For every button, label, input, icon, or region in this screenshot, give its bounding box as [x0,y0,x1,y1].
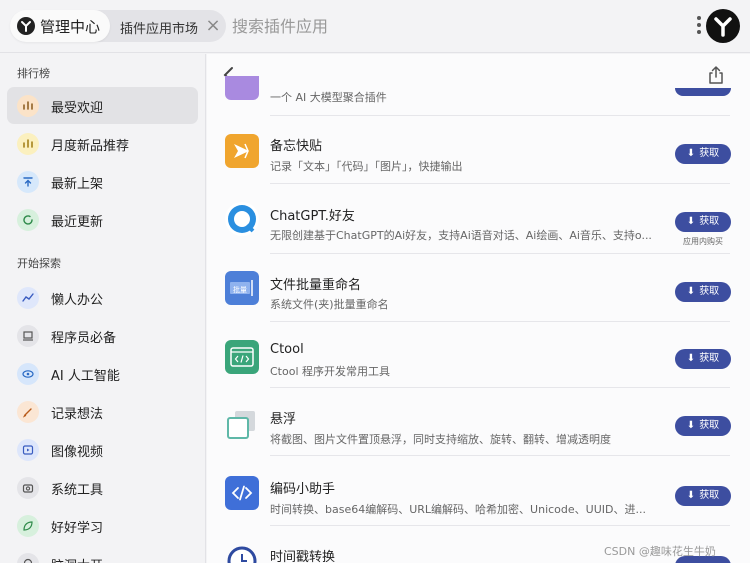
more-menu-icon[interactable] [694,14,704,38]
code-window-icon [225,340,259,374]
sidebar-item-label: 记录想法 [51,407,104,422]
item-description: 记录「文本」「代码」「图片」，快捷输出 [270,160,463,173]
plugin-icon [225,76,259,100]
item-title: Ctool [270,342,304,357]
item-title: 文件批量重命名 [270,278,362,293]
section-title-ranking: 排行榜 [17,67,50,80]
item-description: 无限创建基于ChatGPT的Ai好友，支持Ai语音对话、Ai绘画、Ai音乐、支持… [270,229,652,242]
item-title: 编码小助手 [270,482,336,497]
download-icon: ⬇ [686,420,696,431]
bar-chart-icon [17,95,39,117]
plugin-list-panel: 一个 AI 大模型聚合插件 备忘快贴 记录「文本」「代码」「图片」，快捷输出 ⬇… [207,54,750,563]
svg-text:批量: 批量 [233,285,247,294]
list-item[interactable]: Ctool Ctool 程序开发常用工具 ⬇ 获取 [207,322,750,388]
item-title: 时间戳转换 [270,550,336,563]
sidebar-item-label: 程序员必备 [51,331,117,346]
get-button[interactable]: ⬇ 获取 [675,282,731,302]
list-item[interactable]: 悬浮 将截图、图片文件置顶悬浮，同时支持缩放、旋转、翻转、增减透明度 ⬇ 获取 [207,388,750,456]
chat-bubble-icon [225,202,259,236]
top-bar: 管理中心 插件应用市场 × [0,0,750,53]
app-logo-icon [17,17,35,35]
sidebar-item-label: 脑洞大开 [51,555,103,563]
download-icon: ⬇ [686,216,696,227]
item-title: 备忘快贴 [270,139,323,154]
sidebar-item-notes[interactable]: 记录想法 [7,393,198,430]
get-button[interactable]: ⬇ 获取 [675,416,731,436]
search-input[interactable] [232,12,652,40]
bulb-icon [17,553,39,563]
upload-icon [17,171,39,193]
play-icon [17,439,39,461]
sidebar-item-label: 好好学习 [51,521,104,536]
camera-icon [17,477,39,499]
eye-icon [17,363,39,385]
download-icon: ⬇ [686,148,696,159]
rename-icon: 批量 [225,271,259,305]
sidebar: 排行榜 最受欢迎 月度新品推荐 最新上架 最近更新 开始探索 懒人办公 程序员必… [0,54,206,563]
sidebar-item-programmer[interactable]: 程序员必备 [7,317,198,354]
sidebar-item-most-popular[interactable]: 最受欢迎 [7,87,198,124]
sidebar-item-image-video[interactable]: 图像视频 [7,431,198,468]
float-window-icon [225,407,259,441]
sidebar-item-system-tools[interactable]: 系统工具 [7,469,198,506]
refresh-icon [17,209,39,231]
item-description: 将截图、图片文件置顶悬浮，同时支持缩放、旋转、翻转、增减透明度 [270,433,611,446]
section-title-explore: 开始探索 [17,257,61,270]
sidebar-item-newest[interactable]: 最新上架 [7,163,198,200]
sidebar-item-brainstorm[interactable]: 脑洞大开 [7,545,198,563]
in-app-purchase-label: 应用内购买 [683,237,723,246]
bar-chart-icon [17,133,39,155]
avatar[interactable] [706,9,740,43]
code-icon [225,476,259,510]
list-item[interactable]: 备忘快贴 记录「文本」「代码」「图片」，快捷输出 ⬇ 获取 [207,116,750,184]
laptop-icon [17,325,39,347]
close-icon[interactable]: × [204,17,222,35]
list-item[interactable]: 批量 文件批量重命名 系统文件(夹)批量重命名 ⬇ 获取 [207,254,750,322]
sidebar-item-ai[interactable]: AI 人工智能 [7,355,198,392]
clock-icon [225,544,259,563]
sidebar-item-label: 最新上架 [51,177,104,192]
pencil-icon [17,401,39,423]
download-icon: ⬇ [686,490,696,501]
item-title: 悬浮 [270,412,297,427]
list-item[interactable]: 编码小助手 时间转换、base64编解码、URL编解码、哈希加密、Unicode… [207,456,750,526]
sidebar-item-label: 懒人办公 [51,293,104,308]
star-burst-icon [225,134,259,168]
leaf-icon [17,515,39,537]
sidebar-item-study[interactable]: 好好学习 [7,507,198,544]
admin-center-label: 管理中心 [40,18,101,36]
list-item[interactable]: ChatGPT.好友 无限创建基于ChatGPT的Ai好友，支持Ai语音对话、A… [207,184,750,254]
sidebar-item-label: 月度新品推荐 [51,139,130,154]
get-button[interactable]: ⬇ 获取 [675,144,731,164]
sidebar-item-monthly-new[interactable]: 月度新品推荐 [7,125,198,162]
item-title: ChatGPT.好友 [270,209,355,224]
item-description: 一个 AI 大模型聚合插件 [270,91,387,104]
admin-center-tab[interactable]: 管理中心 [10,10,110,42]
get-button-partial[interactable] [675,88,731,96]
tab-plugin-market[interactable]: 插件应用市场 [120,18,198,37]
list-item-partial: 一个 AI 大模型聚合插件 [207,76,750,116]
sidebar-item-lazy-office[interactable]: 懒人办公 [7,279,198,316]
get-button[interactable]: ⬇ 获取 [675,349,731,369]
download-icon: ⬇ [686,353,696,364]
get-button[interactable]: ⬇ 获取 [675,212,731,232]
download-icon: ⬇ [686,286,696,297]
sidebar-item-label: 系统工具 [51,483,104,498]
sidebar-item-label: 最受欢迎 [51,101,104,116]
tab-strip: 管理中心 插件应用市场 × [10,10,226,42]
sidebar-item-recent-updates[interactable]: 最近更新 [7,201,198,238]
item-description: 时间转换、base64编解码、URL编解码、哈希加密、Unicode、UUID、… [270,503,646,516]
get-button[interactable]: ⬇ 获取 [675,486,731,506]
sidebar-item-label: 图像视频 [51,445,104,460]
chart-line-icon [17,287,39,309]
sidebar-item-label: 最近更新 [51,215,104,230]
sidebar-item-label: AI 人工智能 [51,369,120,384]
watermark: CSDN @趣味花生牛奶 [604,545,716,558]
item-description: 系统文件(夹)批量重命名 [270,298,389,311]
item-description: Ctool 程序开发常用工具 [270,365,391,378]
